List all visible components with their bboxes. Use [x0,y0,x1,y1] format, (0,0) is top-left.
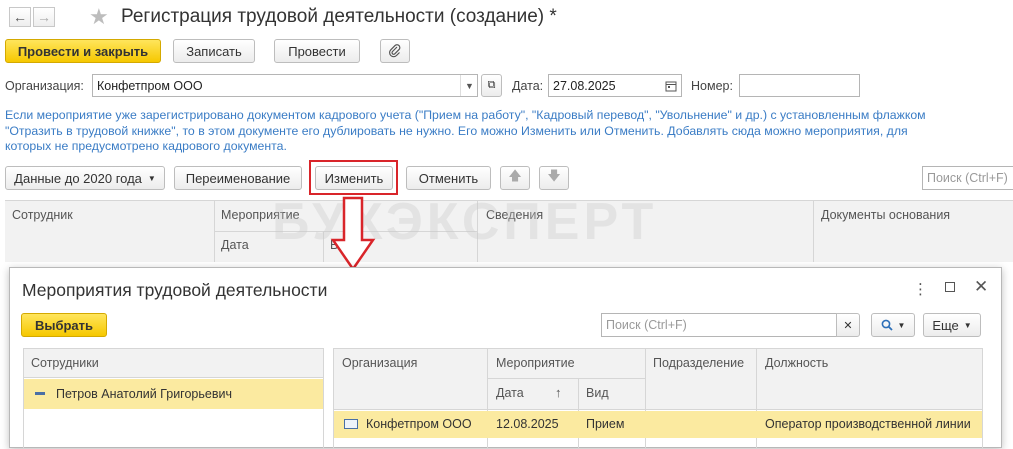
paperclip-icon [389,44,401,58]
calendar-icon[interactable] [661,75,681,96]
kebab-menu-icon[interactable]: ⋮ [913,280,928,298]
col-event[interactable]: Мероприятие [496,356,575,370]
close-icon[interactable]: ✕ [974,277,988,297]
col-date[interactable]: Дата [496,386,524,400]
search-icon [881,319,893,331]
document-icon [344,419,358,429]
arrow-left-icon: ← [13,9,27,25]
col-employees[interactable]: Сотрудники [31,356,99,370]
data-2020-button[interactable]: Данные до 2020 года ▼ [5,166,165,190]
chevron-down-icon: ▼ [963,320,972,330]
col-position[interactable]: Должность [765,356,828,370]
org-field[interactable]: Конфетпром ООО [92,74,478,97]
row-date: 12.08.2025 [496,417,559,431]
move-up-button[interactable]: 🡅 [500,166,530,190]
attach-button[interactable] [380,39,410,63]
col-employee[interactable]: Сотрудник [12,208,73,222]
open-org-button[interactable]: ⧉ [481,74,502,97]
post-and-close-button[interactable]: Провести и закрыть [5,39,161,63]
sort-arrow-icon[interactable]: ↑ [555,385,562,400]
row-org: Конфетпром ООО [366,417,472,431]
star-icon[interactable]: ★ [89,4,109,30]
dialog-title: Мероприятия трудовой деятельности [22,280,328,300]
info-line-2: "Отразить в трудовой книжке", то в этом … [5,123,908,138]
date-value: 27.08.2025 [553,78,616,93]
post-button[interactable]: Провести [274,39,360,63]
clear-icon: ✕ [843,319,853,332]
cancel-button[interactable]: Отменить [406,166,491,190]
col-docs[interactable]: Документы основания [821,208,950,222]
search-button[interactable]: ▼ [871,313,915,337]
arrow-right-icon: → [37,9,51,25]
more-button[interactable]: Еще ▼ [923,313,981,337]
clear-search-button[interactable]: ✕ [836,313,860,337]
number-field[interactable] [739,74,860,97]
arrow-up-icon: 🡅 [508,168,522,183]
chevron-down-icon: ▼ [897,320,906,330]
move-down-button[interactable]: 🡇 [539,166,569,190]
info-text: Если мероприятие уже зарегистрировано до… [5,108,985,155]
back-button[interactable]: ← [9,7,31,27]
date-label: Дата: [512,79,544,93]
dropdown-arrow-icon[interactable]: ▼ [460,75,478,96]
arrow-down-icon: 🡇 [547,168,561,183]
save-button[interactable]: Записать [173,39,255,63]
info-line-3: которых не предусмотрено кадрового докум… [5,139,287,153]
data-2020-label: Данные до 2020 года [14,170,142,186]
item-marker-icon [35,392,45,395]
red-arrow-icon [330,196,376,272]
col-date[interactable]: Дата [221,238,249,252]
info-line-1: Если мероприятие уже зарегистрировано до… [5,108,926,122]
open-window-icon: ⧉ [487,79,496,91]
rename-button[interactable]: Переименование [174,166,302,190]
col-kind[interactable]: Вид [586,386,609,400]
row-kind: Прием [586,417,625,431]
org-label: Организация: [5,79,84,93]
more-label: Еще [932,317,959,333]
maximize-icon[interactable] [945,282,955,292]
table-search-input[interactable]: Поиск (Ctrl+F) [922,166,1013,190]
window-title: Регистрация трудовой деятельности (созда… [121,6,557,27]
select-button[interactable]: Выбрать [21,313,107,337]
forward-button[interactable]: → [33,7,55,27]
col-dept[interactable]: Подразделение [653,356,744,370]
highlight-frame [309,160,398,195]
col-org[interactable]: Организация [342,356,417,370]
number-label: Номер: [691,79,733,93]
employee-name: Петров Анатолий Григорьевич [56,387,232,401]
row-position: Оператор производственной линии [765,417,971,431]
org-value: Конфетпром ООО [97,78,203,93]
events-dialog: Мероприятия трудовой деятельности ⋮ ✕ Вы… [9,267,1002,449]
dialog-search-input[interactable]: Поиск (Ctrl+F) [601,313,837,337]
chevron-down-icon: ▼ [147,173,156,183]
